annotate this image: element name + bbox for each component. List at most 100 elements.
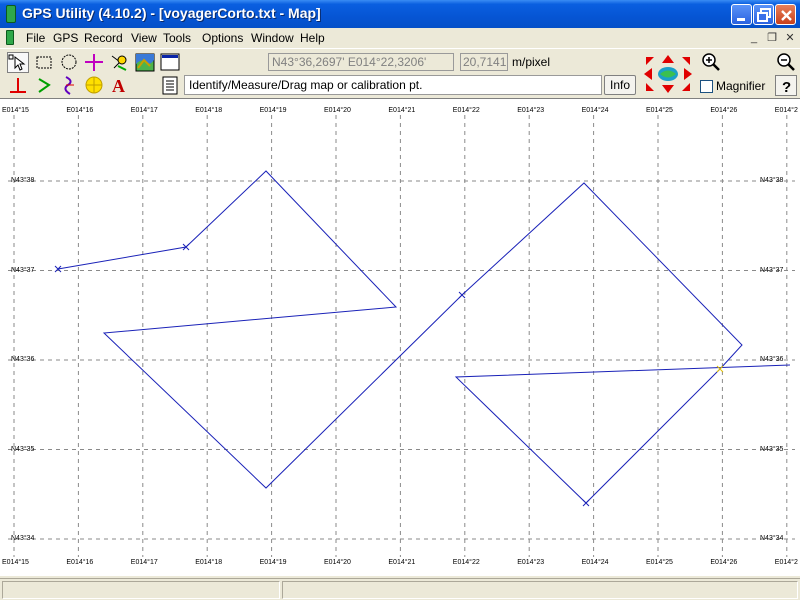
blank-map-icon[interactable] [159,52,181,73]
status-message: Identify/Measure/Drag map or calibration… [184,75,602,95]
toolbar: A N43°36,2697' E014°22,3206' 20,7141 m/p… [0,48,800,98]
lat-label-left: N43°38 [11,177,35,184]
lon-label-top: E014°25 [646,107,673,114]
app-icon[interactable] [6,5,16,23]
menu-tools[interactable]: Tools [163,31,191,45]
info-button[interactable]: Info [604,75,636,95]
lon-label-bottom: E014°21 [388,559,416,566]
mdi-close-icon[interactable]: ✕ [783,31,797,45]
pan-northeast-icon [682,57,690,65]
lon-label-top: E014°18 [195,107,223,114]
waypoint-mark [458,291,466,299]
menu-options[interactable]: Options [202,31,243,45]
lon-label-bottom: E014°22 [452,559,480,566]
list-icon[interactable] [159,75,181,96]
map-canvas[interactable] [0,99,800,577]
lat-label-left: N43°35 [11,445,35,453]
document-icon[interactable] [6,30,14,45]
menu-help[interactable]: Help [300,31,325,45]
map-view[interactable]: E014°15 E014°15 E014°16 E014°16 E014°17 E014°… [0,98,800,576]
lon-label-top: E014°19 [259,107,287,114]
scale-field: 20,7141 [460,53,508,71]
pan-north-icon [662,55,674,63]
menu-window[interactable]: Window [251,31,294,45]
help-icon[interactable]: ? [775,75,797,96]
pan-east-icon [684,68,692,80]
status-pane-right [282,581,798,599]
window-title: GPS Utility (4.10.2) - [voyagerCorto.txt… [22,5,321,21]
lon-label-bottom: E014°15 [2,559,29,566]
text-icon[interactable]: A [108,75,130,96]
lat-label-right: N43°37 [760,266,784,274]
magnifier-label: Magnifier [716,79,766,93]
lon-label-bottom: E014°20 [324,559,351,566]
waypoint-mark [716,365,724,373]
waypoint-mark [582,499,590,507]
rectangle-select-icon[interactable] [33,52,55,73]
lon-label-bottom: E014°24 [581,559,609,566]
pan-south-icon [662,85,674,93]
pan-northwest-icon [646,57,654,65]
zoom-in-icon[interactable] [700,52,722,73]
track-icon[interactable] [58,75,80,96]
svg-text:A: A [112,76,125,96]
title-bar[interactable]: GPS Utility (4.10.2) - [voyagerCorto.txt… [0,0,800,28]
waypoint-tool-icon[interactable] [108,52,130,73]
lat-label-right: N43°38 [760,177,784,184]
magnifier-checkbox[interactable] [700,80,713,93]
lat-label-right: N43°36 [760,356,784,363]
lon-label-bottom: E014°18 [195,559,223,566]
grid-icon[interactable] [83,75,105,96]
lat-label-left: N43°34 [11,535,35,542]
track-line [57,170,791,504]
map-image-icon[interactable] [134,52,156,73]
lon-label-bottom: E014°23 [517,559,545,566]
pan-southeast-icon [682,83,690,91]
lon-label-bottom: E014°25 [646,559,673,566]
restore-button[interactable] [753,4,774,25]
lat-label-left: N43°37 [11,266,35,274]
menu-bar: File GPS Record View Tools Options Windo… [0,28,800,48]
lat-label-right: N43°35 [760,445,784,453]
lat-label-left: N43°36 [11,356,35,363]
minimize-button[interactable] [731,4,752,25]
lon-label-top: E014°2 [774,107,798,114]
lon-label-top: E014°20 [324,107,351,114]
menu-view[interactable]: View [131,31,157,45]
gps-utility-window: GPS Utility (4.10.2) - [voyagerCorto.txt… [0,0,800,600]
lon-label-top: E014°21 [388,107,416,114]
lon-label-bottom: E014°26 [710,559,738,566]
status-pane-left [2,581,280,599]
pan-west-icon [644,68,652,80]
mdi-restore-icon[interactable]: ❐ [765,31,779,45]
mdi-minimize-icon[interactable]: _ [747,31,761,45]
lon-label-top: E014°17 [130,107,158,114]
close-button[interactable] [775,4,796,25]
lon-label-top: E014°26 [710,107,738,114]
menu-file[interactable]: File [26,31,45,45]
lon-label-top: E014°16 [66,107,94,114]
perpendicular-icon[interactable] [7,75,29,96]
lon-label-bottom: E014°16 [66,559,94,566]
menu-gps[interactable]: GPS [53,31,78,45]
pan-navigation-pad[interactable] [642,53,694,95]
pan-southwest-icon [646,83,654,91]
lon-label-top: E014°22 [452,107,480,114]
route-icon[interactable] [33,75,55,96]
lat-label-right: N43°34 [760,535,784,542]
svg-text:?: ? [782,79,791,96]
lon-label-bottom: E014°2 [774,559,798,566]
menu-record[interactable]: Record [84,31,123,45]
lon-label-top: E014°24 [581,107,609,114]
zoom-out-icon[interactable] [775,52,797,73]
lon-label-bottom: E014°19 [259,559,287,566]
crosshair-icon[interactable] [83,52,105,73]
circle-select-icon[interactable] [58,52,80,73]
identify-icon[interactable] [7,52,29,73]
lon-label-top: E014°23 [517,107,545,114]
lon-label-top: E014°15 [2,107,29,114]
coordinates-field: N43°36,2697' E014°22,3206' [268,53,454,71]
scale-unit-label: m/pixel [512,55,551,69]
lon-label-bottom: E014°17 [130,559,158,566]
status-bar [0,578,800,600]
